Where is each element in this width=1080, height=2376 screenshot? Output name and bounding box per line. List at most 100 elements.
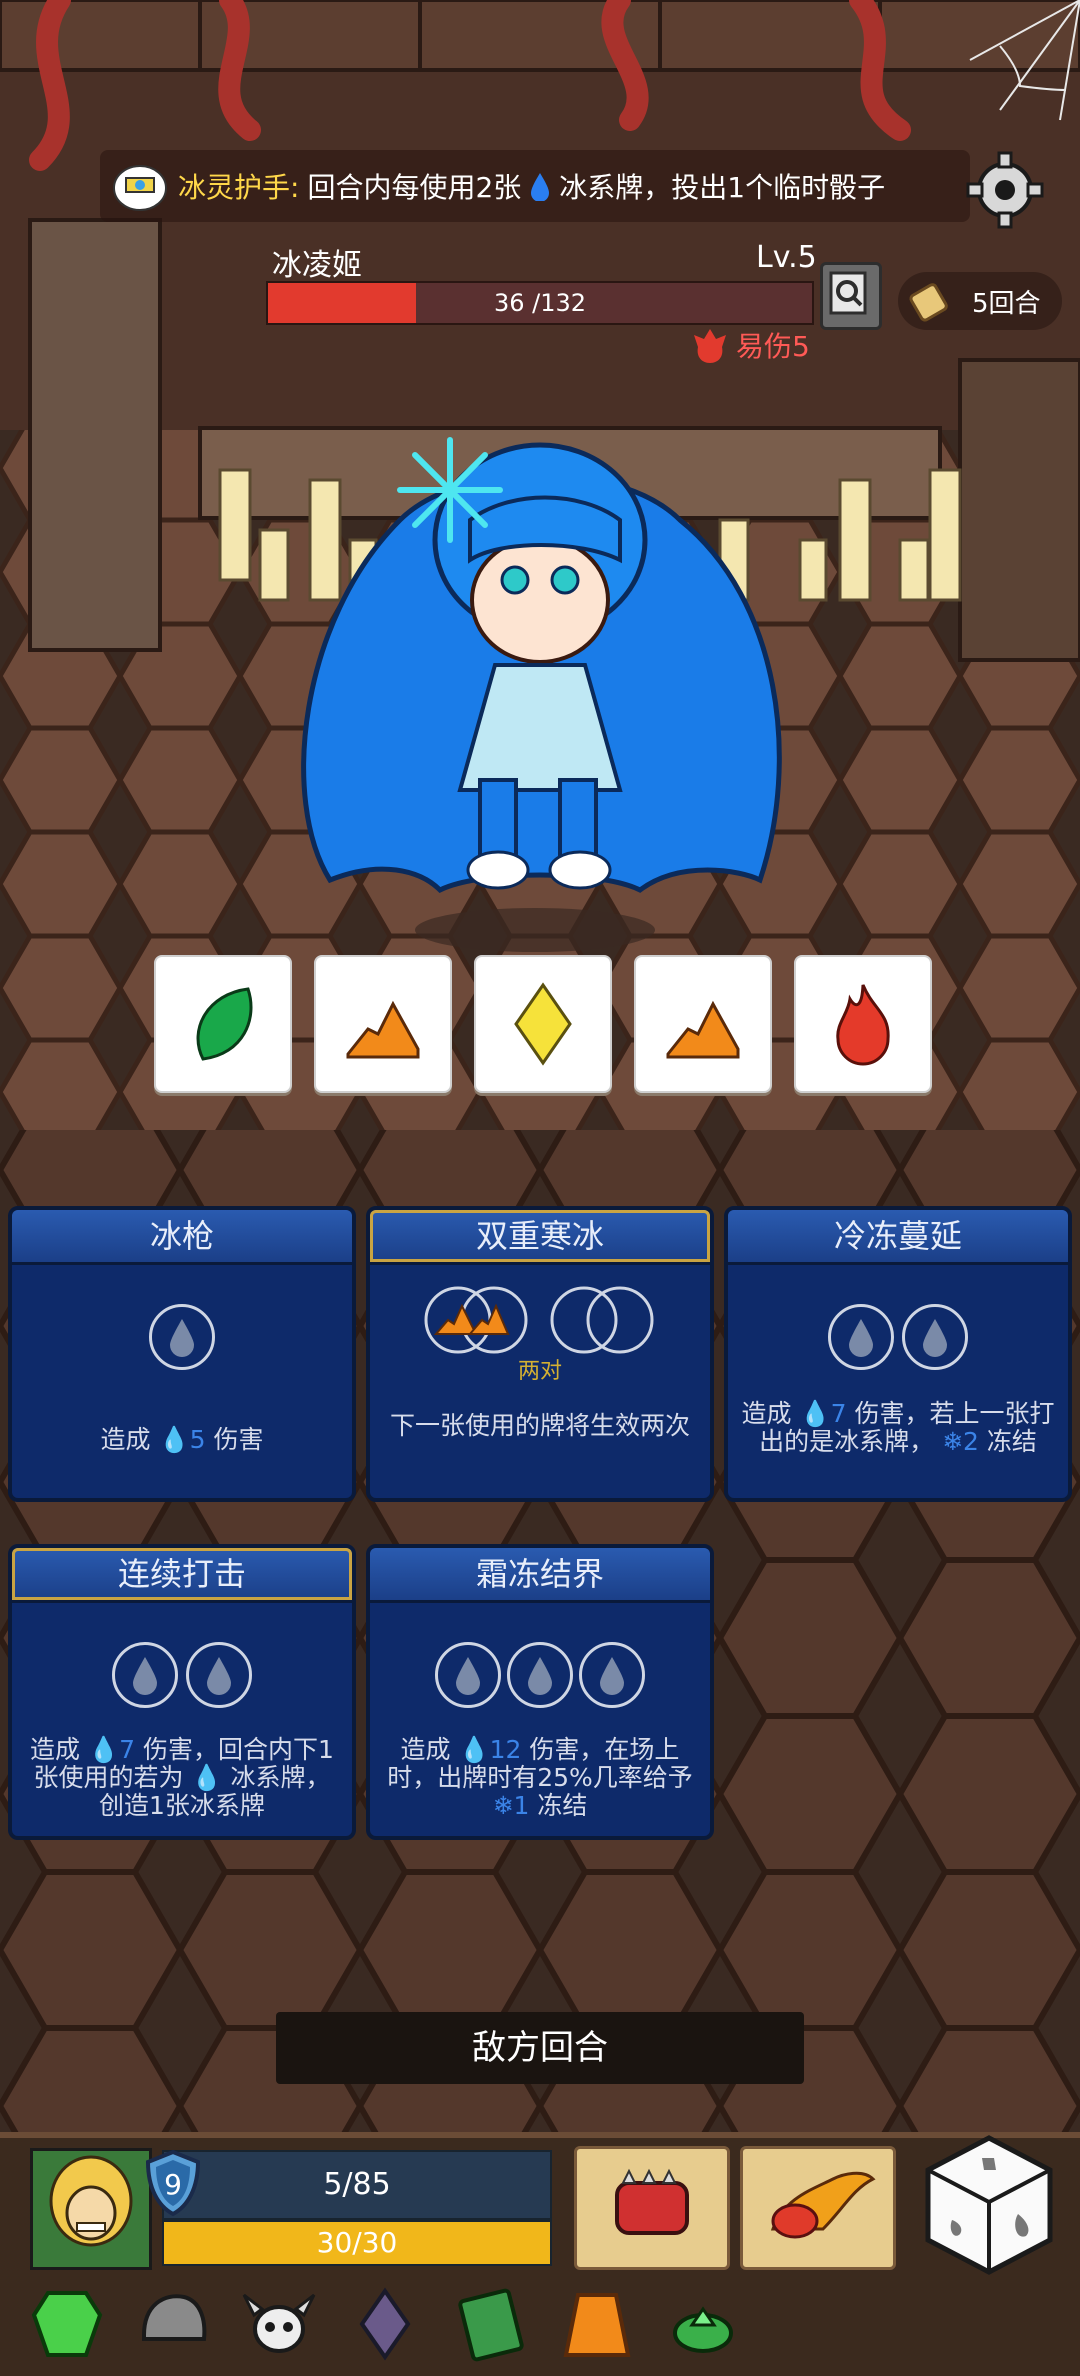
relic-name: 冰灵护手: <box>178 171 300 204</box>
settings-gear-icon[interactable] <box>960 145 1050 235</box>
water-slot[interactable] <box>112 1642 178 1708</box>
game-screen: 冰灵护手: 回合内每使用2张 冰系牌，投出1个临时骰子 冰凌姬 Lv.5 36 … <box>0 0 1080 2376</box>
leaf-die-icon <box>196 987 253 1061</box>
orange-robe-icon[interactable] <box>558 2285 636 2363</box>
card-combo-strike[interactable]: 连续打击 造成 💧7 伤害，回合内下1张使用的若为 💧 冰系牌，创造1张冰系牌 <box>8 1544 356 1840</box>
freeze-value: ❄2 <box>942 1427 979 1456</box>
card-frost-barrier[interactable]: 霜冻结界 造成 💧12 伤害，在场上时，出牌时有25%几率给予 ❄1 冻结 <box>366 1544 714 1840</box>
rock-die-icon <box>666 1000 740 1059</box>
enemy-turn-indicator: 敌方回合 <box>276 2012 804 2084</box>
scroll-icon <box>909 283 948 322</box>
card-title: 双重寒冰 <box>370 1210 710 1265</box>
damage-number: 5 <box>189 1425 206 1454</box>
iron-helmet-icon[interactable] <box>134 2285 212 2363</box>
damage-value: 💧7 <box>88 1735 136 1764</box>
water-slot[interactable] <box>435 1642 501 1708</box>
water-drop-icon <box>207 1657 231 1695</box>
fist-skill-button[interactable] <box>574 2146 730 2270</box>
damage-number: 7 <box>119 1735 136 1764</box>
hero-avatar <box>33 2151 149 2267</box>
water-drop-icon <box>600 1657 624 1695</box>
dark-crystal-icon[interactable] <box>346 2285 424 2363</box>
desc-text: 冻结 <box>537 1791 588 1820</box>
card-description: 造成 💧12 伤害，在场上时，出牌时有25%几率给予 ❄1 冻结 <box>380 1736 700 1820</box>
card-description: 下一张使用的牌将生效两次 <box>389 1411 690 1440</box>
freeze-value: ❄1 <box>492 1791 530 1820</box>
horned-skull-icon[interactable] <box>240 2285 318 2363</box>
player-mana-bar: 5/85 <box>162 2150 552 2220</box>
card-double-frost[interactable]: 双重寒冰 两对 下一张使用的牌将生效两次 <box>366 1206 714 1502</box>
player-portrait[interactable] <box>30 2148 152 2270</box>
freeze-number: 2 <box>963 1427 979 1456</box>
damage-value: 💧12 <box>458 1735 522 1764</box>
desc-text: 造成 <box>100 1425 151 1454</box>
water-slot[interactable] <box>149 1304 215 1370</box>
green-spellbook-icon[interactable] <box>452 2285 530 2363</box>
water-drop-icon <box>528 1657 552 1695</box>
roll-dice-button[interactable] <box>914 2130 1064 2280</box>
water-slot[interactable] <box>902 1304 968 1370</box>
card-title: 霜冻结界 <box>370 1548 710 1603</box>
enemy-hp-text: 36 /132 <box>493 289 587 317</box>
water-drop-icon <box>170 1319 194 1357</box>
desc-text: 造成 <box>30 1735 81 1764</box>
shield-icon: 9 <box>145 2149 201 2217</box>
turn-counter-text: 5回合 <box>972 288 1041 319</box>
die-slot-1[interactable] <box>154 955 292 1093</box>
damage-value: 💧5 <box>158 1425 206 1454</box>
relic-effect-text-2: 冰系牌，投出1个临时骰子 <box>559 171 886 204</box>
card-title: 连续打击 <box>12 1548 352 1603</box>
water-inline-icon: 💧 <box>191 1763 223 1792</box>
damage-number: 7 <box>830 1399 847 1428</box>
fire-burst-skill-button[interactable] <box>740 2146 896 2270</box>
desc-text: 伤害 <box>213 1425 264 1454</box>
water-slot[interactable] <box>186 1642 252 1708</box>
debuff-label: 易伤5 <box>736 330 810 363</box>
card-title: 冰枪 <box>12 1210 352 1265</box>
magnifier-icon <box>829 271 867 315</box>
card-freeze-spread[interactable]: 冷冻蔓延 造成 💧7 伤害，若上一张打出的是冰系牌， ❄2 冻结 <box>724 1206 1072 1502</box>
turn-counter: 5回合 <box>898 272 1062 330</box>
water-drop-icon <box>456 1657 480 1695</box>
relic-effect-text: 回合内每使用2张 <box>307 171 522 204</box>
card-description: 造成 💧7 伤害，回合内下1张使用的若为 💧 冰系牌，创造1张冰系牌 <box>22 1736 342 1820</box>
enemy-name: 冰凌姬 <box>272 248 362 283</box>
vulnerable-icon <box>694 329 726 363</box>
rock-die-icon <box>346 1000 420 1059</box>
water-drop-icon <box>531 173 550 201</box>
card-title: 冷冻蔓延 <box>728 1210 1068 1265</box>
dice-row <box>154 955 932 1093</box>
equipment-bar <box>28 2285 742 2363</box>
desc-text: 冻结 <box>986 1427 1037 1456</box>
vulnerable-debuff: 易伤5 <box>690 325 810 365</box>
pair-requirement-label: 两对 <box>517 1359 562 1384</box>
die-slot-4[interactable] <box>634 955 772 1093</box>
water-slot[interactable] <box>507 1642 573 1708</box>
shield-value: 9 <box>164 2168 182 2201</box>
die-slot-3[interactable] <box>474 955 612 1093</box>
player-hp-text: 30/30 <box>316 2226 398 2259</box>
player-hp-bar: 30/30 <box>162 2220 552 2266</box>
desc-text: 造成 <box>400 1735 451 1764</box>
freeze-number: 1 <box>513 1791 530 1820</box>
ice-gauntlet-icon <box>113 165 167 211</box>
water-slot[interactable] <box>828 1304 894 1370</box>
relic-effect-banner: 冰灵护手: 回合内每使用2张 冰系牌，投出1个临时骰子 <box>100 150 970 222</box>
emerald-ring-icon[interactable] <box>664 2285 742 2363</box>
die-slot-5[interactable] <box>794 955 932 1093</box>
pair-slot-empty <box>550 1286 654 1354</box>
enemy-hp-bar: 36 /132 <box>266 281 814 325</box>
card-ice-spear[interactable]: 冰枪 造成 💧5 伤害 <box>8 1206 356 1502</box>
inspect-enemy-button[interactable] <box>820 262 882 330</box>
desc-text: 造成 <box>741 1399 792 1428</box>
water-drop-icon <box>133 1657 157 1695</box>
water-drop-icon <box>849 1319 873 1357</box>
spiked-fist-icon <box>615 2168 689 2235</box>
die-slot-2[interactable] <box>314 955 452 1093</box>
card-description: 造成 💧5 伤害 <box>22 1426 342 1454</box>
green-gem-icon[interactable] <box>28 2285 106 2363</box>
fire-die-icon <box>836 984 890 1066</box>
water-slot[interactable] <box>579 1642 645 1708</box>
enemy-level: Lv.5 <box>756 240 817 275</box>
player-mana-text: 5/85 <box>323 2167 391 2202</box>
